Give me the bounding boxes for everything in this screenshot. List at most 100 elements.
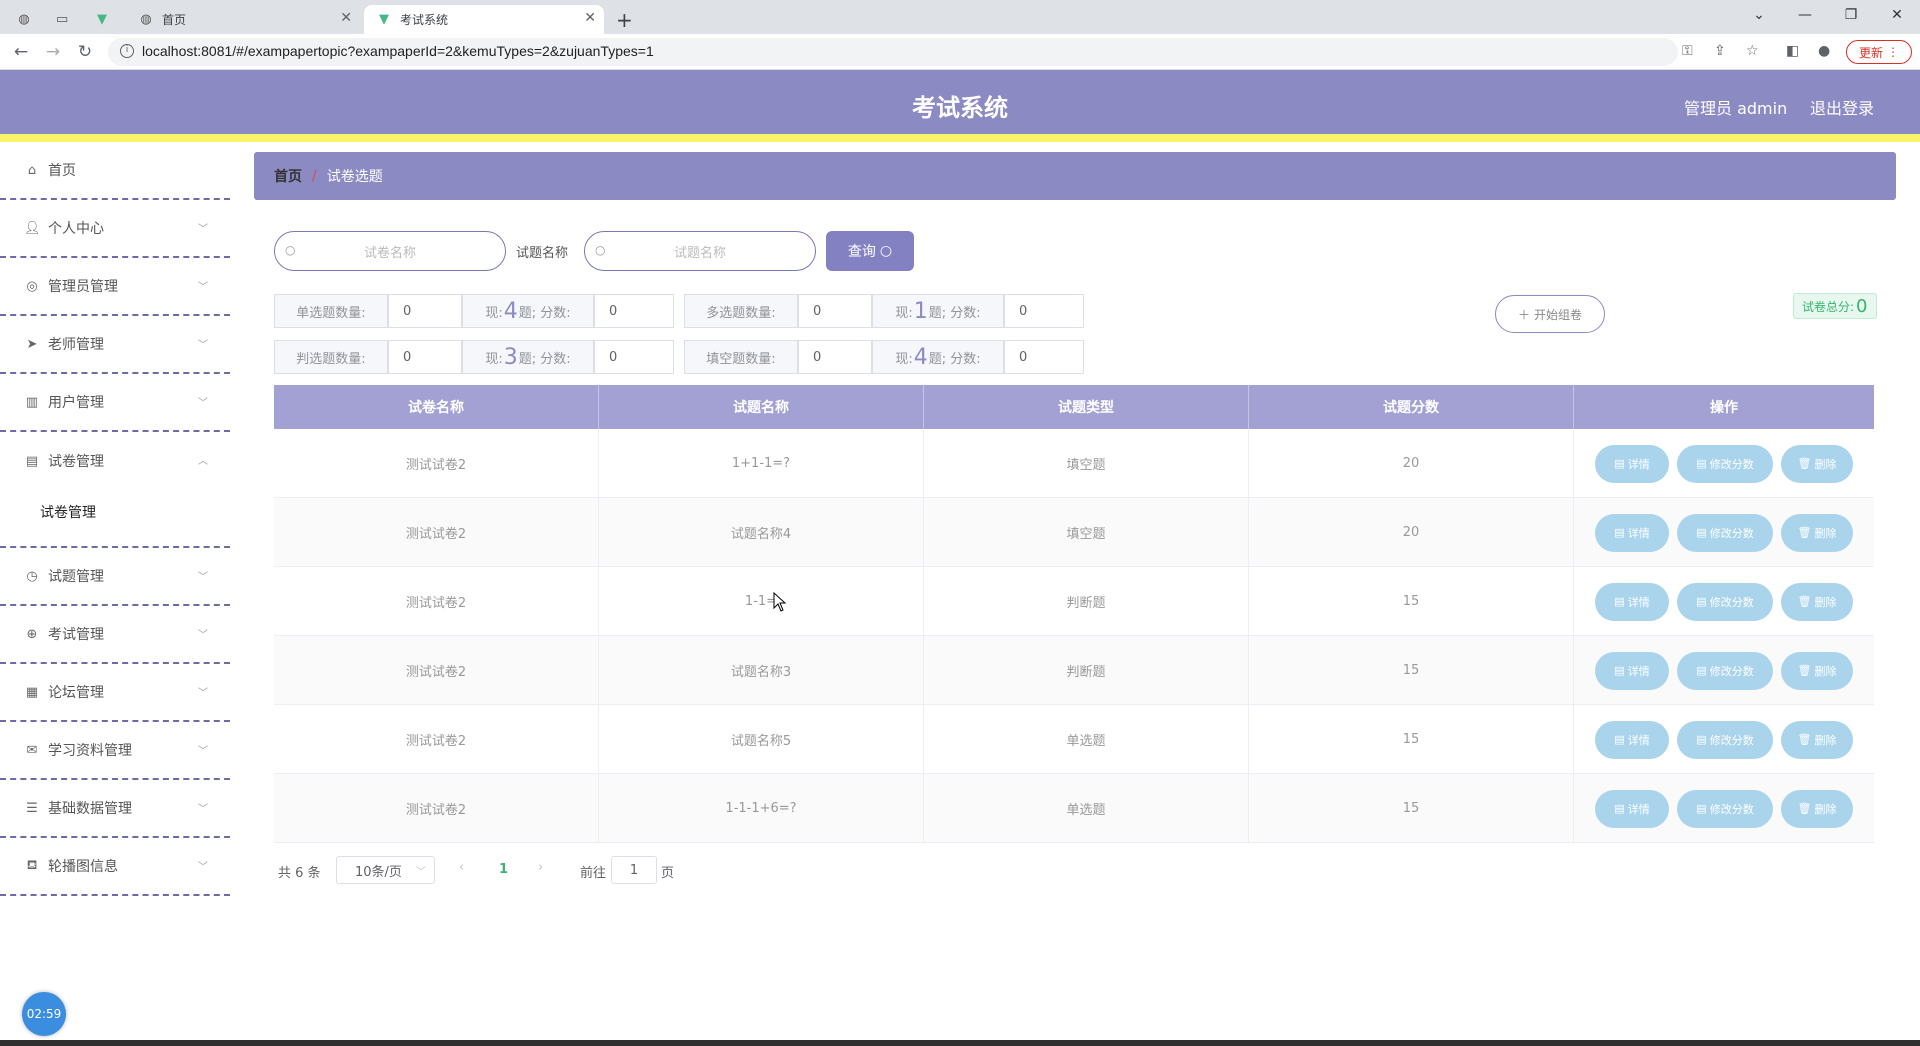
forward-icon[interactable]: → xyxy=(42,41,64,63)
cell-type: 单选题 xyxy=(924,774,1249,843)
sidebar-item-papers[interactable]: ▤ 试卷管理 ︿ xyxy=(0,432,230,490)
document-icon: ▤ xyxy=(1614,664,1625,677)
prev-page-icon[interactable]: ‹ xyxy=(459,860,464,875)
start-compose-label: 开始组卷 xyxy=(1534,307,1583,322)
clock-icon: ◷ xyxy=(26,568,38,584)
judge-count-input[interactable]: 0 xyxy=(388,340,462,374)
sidebar-item-carousel[interactable]: ⛾ 轮播图信息 ﹀ xyxy=(0,838,230,896)
judge-now-text: 现: 3 题; 分数: xyxy=(462,340,594,374)
topic-name-search-input[interactable]: ○ 试题名称 xyxy=(584,231,816,271)
globe-icon: ◍ xyxy=(140,12,152,27)
page-number-current[interactable]: 1 xyxy=(499,862,508,877)
sidebar-item-users[interactable]: ▥ 用户管理 ﹀ xyxy=(0,374,230,432)
breadcrumb-home[interactable]: 首页 xyxy=(274,166,302,186)
fill-score-input[interactable]: 0 xyxy=(1004,340,1084,374)
detail-button[interactable]: ▤ 详情 xyxy=(1595,720,1669,759)
tab-search-icon[interactable]: ⌄ xyxy=(1736,0,1782,30)
delete-button[interactable]: 🗑︎ 删除 xyxy=(1781,720,1853,759)
judge-score-input[interactable]: 0 xyxy=(594,340,674,374)
fill-count-input[interactable]: 0 xyxy=(798,340,872,374)
delete-button[interactable]: 🗑︎ 删除 xyxy=(1781,513,1853,552)
chevron-down-icon: ﹀ xyxy=(198,282,208,293)
new-tab-button[interactable]: + xyxy=(616,5,636,34)
detail-button-label: 详情 xyxy=(1627,457,1650,471)
restore-icon[interactable]: ❐ xyxy=(1828,0,1874,30)
page-size-select[interactable]: 10条/页 ﹀ xyxy=(336,856,435,884)
sidebar-item-admin[interactable]: ◎ 管理员管理 ﹀ xyxy=(0,258,230,316)
close-icon[interactable]: ✕ xyxy=(340,10,352,26)
close-icon[interactable]: ✕ xyxy=(584,10,596,26)
goto-page-input[interactable]: 1 xyxy=(611,856,657,884)
edit-score-button[interactable]: ▤ 修改分数 xyxy=(1677,651,1773,690)
clock-widget[interactable]: 02:59 xyxy=(22,992,66,1036)
next-page-icon[interactable]: › xyxy=(538,860,543,875)
send-icon: ➤ xyxy=(26,336,38,352)
cell-actions: ▤ 详情 ▤ 修改分数 🗑︎ 删除 xyxy=(1574,567,1874,636)
sidebar-subitem-papers[interactable]: 试卷管理 xyxy=(40,502,96,522)
detail-button[interactable]: ▤ 详情 xyxy=(1595,651,1669,690)
browser-tab-home[interactable]: ◍ 首页 ✕ xyxy=(134,5,360,34)
detail-button[interactable]: ▤ 详情 xyxy=(1595,444,1669,483)
edit-score-button[interactable]: ▤ 修改分数 xyxy=(1677,444,1773,483)
sidepanel-icon[interactable]: ◧ xyxy=(1786,43,1799,59)
cell-type: 判断题 xyxy=(924,567,1249,636)
cell-paper: 测试试卷2 xyxy=(274,705,599,774)
sidebar-item-home[interactable]: ⌂ 首页 xyxy=(0,142,230,200)
sidebar-item-teacher[interactable]: ➤ 老师管理 ﹀ xyxy=(0,316,230,374)
topic-name-label: 试题名称 xyxy=(516,246,569,261)
url-field[interactable]: i localhost:8081/#/exampapertopic?exampa… xyxy=(108,38,1678,66)
browser-tab-exam[interactable]: ▼ 考试系统 ✕ xyxy=(364,5,604,34)
sidebar-item-basedata[interactable]: ☰ 基础数据管理 ﹀ xyxy=(0,780,230,838)
update-button[interactable]: 更新 ⋮ xyxy=(1846,40,1912,64)
delete-button[interactable]: 🗑︎ 删除 xyxy=(1781,444,1853,483)
cell-topic: 试题名称3 xyxy=(599,636,924,705)
browser-tab-2[interactable]: ▭ xyxy=(56,5,76,34)
topic-name-placeholder: 试题名称 xyxy=(673,245,726,261)
info-icon[interactable]: i xyxy=(120,44,134,58)
table-row: 测试试卷2 试题名称3 判断题 15 ▤ 详情 ▤ 修改分数 🗑︎ 删除 xyxy=(274,636,1874,705)
start-compose-button[interactable]: ＋ 开始组卷 xyxy=(1495,295,1605,333)
edit-score-button[interactable]: ▤ 修改分数 xyxy=(1677,720,1773,759)
delete-button[interactable]: 🗑︎ 删除 xyxy=(1781,651,1853,690)
logout-link[interactable]: 退出登录 xyxy=(1810,95,1874,119)
detail-button[interactable]: ▤ 详情 xyxy=(1595,513,1669,552)
close-window-icon[interactable]: ✕ xyxy=(1874,0,1920,30)
paper-name-search-input[interactable]: ○ 试卷名称 xyxy=(274,231,506,271)
share-icon[interactable]: ⇪ xyxy=(1714,43,1726,59)
star-icon[interactable]: ☆ xyxy=(1746,43,1759,59)
sidebar-item-forum[interactable]: ▦ 论坛管理 ﹀ xyxy=(0,664,230,722)
multi-count-input[interactable]: 0 xyxy=(798,294,872,328)
document-icon: ▤ xyxy=(1696,457,1707,470)
edit-score-button[interactable]: ▤ 修改分数 xyxy=(1677,513,1773,552)
edit-score-button[interactable]: ▤ 修改分数 xyxy=(1677,582,1773,621)
key-icon[interactable]: ⚿ xyxy=(1682,43,1693,59)
delete-button[interactable]: 🗑︎ 删除 xyxy=(1781,789,1853,828)
cell-type: 单选题 xyxy=(924,705,1249,774)
browser-tab-1[interactable]: ◍ xyxy=(18,5,38,34)
cell-paper: 测试试卷2 xyxy=(274,429,599,498)
sidebar-item-personal[interactable]: 👤︎ 个人中心 ﹀ xyxy=(0,200,230,258)
multi-score-input[interactable]: 0 xyxy=(1004,294,1084,328)
single-score-input[interactable]: 0 xyxy=(594,294,674,328)
table-row: 测试试卷2 1+1-1=? 填空题 20 ▤ 详情 ▤ 修改分数 🗑︎ 删除 xyxy=(274,429,1874,498)
edit-score-button[interactable]: ▤ 修改分数 xyxy=(1677,789,1773,828)
trash-icon: 🗑︎ xyxy=(1797,664,1812,677)
back-icon[interactable]: ← xyxy=(10,41,32,63)
reload-icon[interactable]: ↻ xyxy=(74,41,96,63)
browser-tab-3[interactable]: ▼ xyxy=(96,5,116,34)
query-button[interactable]: 查询 ○ xyxy=(826,231,914,271)
cell-topic: 试题名称4 xyxy=(599,498,924,567)
minimize-icon[interactable]: — xyxy=(1782,0,1828,30)
delete-button[interactable]: 🗑︎ 删除 xyxy=(1781,582,1853,621)
sidebar-item-materials[interactable]: ✉ 学习资料管理 ﹀ xyxy=(0,722,230,780)
detail-button[interactable]: ▤ 详情 xyxy=(1595,582,1669,621)
user-label: 管理员 admin xyxy=(1684,99,1788,118)
trash-icon: 🗑︎ xyxy=(1797,457,1812,470)
sidebar-item-exams[interactable]: ⊕ 考试管理 ﹀ xyxy=(0,606,230,664)
sidebar-item-topics[interactable]: ◷ 试题管理 ﹀ xyxy=(0,548,230,606)
single-count-input[interactable]: 0 xyxy=(388,294,462,328)
detail-button[interactable]: ▤ 详情 xyxy=(1595,789,1669,828)
now-prefix: 现: xyxy=(485,305,503,321)
detail-button-label: 详情 xyxy=(1627,526,1650,540)
profile-icon[interactable]: ● xyxy=(1818,43,1830,59)
